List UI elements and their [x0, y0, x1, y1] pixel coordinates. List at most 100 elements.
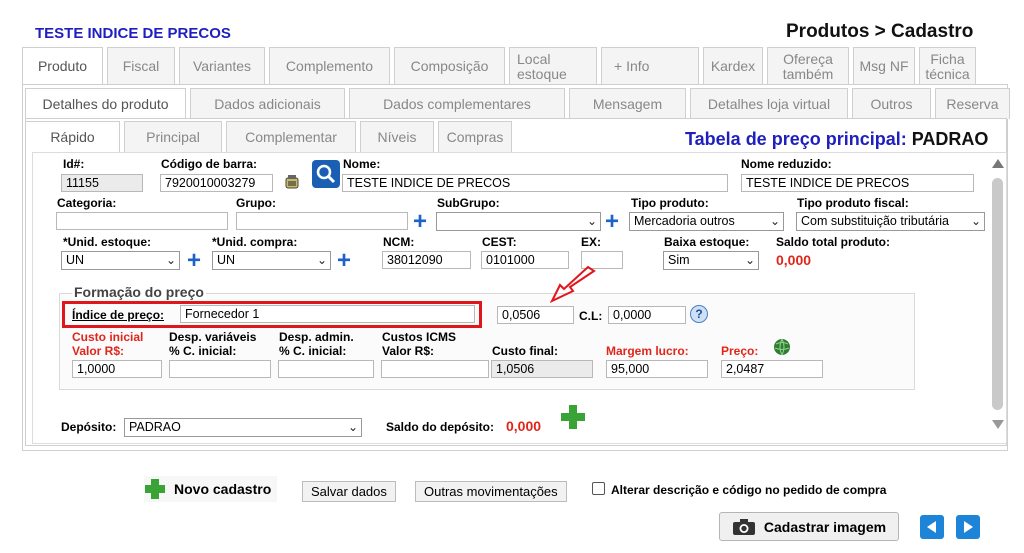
globe-icon[interactable] — [773, 338, 791, 356]
scroll-thumb[interactable] — [992, 178, 1003, 410]
cost-label-2: Valor R$: — [72, 344, 125, 358]
tab-mensagem[interactable]: Mensagem — [569, 88, 686, 119]
add-stock-unit-plus-icon[interactable]: + — [186, 249, 202, 273]
scroll-down-icon[interactable] — [992, 420, 1004, 429]
subgroup-select[interactable]: ⌄ — [436, 212, 601, 231]
purchase-unit-select[interactable]: UN ⌄ — [212, 251, 331, 270]
tab-dados-adicionais[interactable]: Dados adicionais — [190, 88, 345, 119]
index-factor-field[interactable]: 0,0506 — [497, 306, 574, 324]
tab-kardex[interactable]: Kardex — [703, 47, 763, 85]
price-table-value: PADRAO — [911, 129, 989, 149]
tab-outros[interactable]: Outros — [852, 88, 931, 119]
tab-produto[interactable]: Produto — [22, 47, 103, 85]
save-button[interactable]: Salvar dados — [302, 481, 396, 502]
short-name-label: Nome reduzido: — [741, 157, 832, 171]
deposit-select[interactable]: PADRAO ⌄ — [124, 418, 362, 437]
alter-description-label: Alterar descrição e código no pedido de … — [611, 483, 887, 497]
name-field[interactable]: TESTE INDICE DE PRECOS — [342, 174, 728, 192]
category-label: Categoria: — [57, 196, 117, 210]
ncm-field[interactable]: 38012090 — [382, 251, 471, 269]
tab-principal[interactable]: Principal — [124, 121, 222, 153]
barcode-icon[interactable] — [284, 173, 300, 191]
tab-niveis[interactable]: Níveis — [360, 121, 434, 153]
cost-label-1: Custo inicial — [72, 330, 144, 344]
tab-mais-info[interactable]: + Info — [601, 47, 699, 85]
adm-field[interactable] — [278, 360, 374, 378]
ncm-label: NCM: — [383, 235, 415, 249]
deposit-balance-label: Saldo do depósito: — [386, 420, 494, 434]
subgroup-label: SubGrupo: — [437, 196, 500, 210]
tab-fiscal[interactable]: Fiscal — [107, 47, 175, 85]
stock-down-select[interactable]: Sim ⌄ — [663, 251, 759, 270]
add-purchase-unit-plus-icon[interactable]: + — [336, 249, 352, 273]
product-type-select[interactable]: Mercadoria outros ⌄ — [629, 212, 784, 231]
product-type-value: Mercadoria outros — [634, 214, 735, 228]
icms-field[interactable] — [381, 360, 489, 378]
stock-down-value: Sim — [668, 253, 690, 267]
final-cost-field: 1,0506 — [491, 360, 593, 378]
other-movements-button[interactable]: Outras movimentações — [415, 481, 567, 502]
chevron-down-icon: ⌄ — [744, 253, 755, 267]
arrow-left-icon[interactable] — [920, 515, 944, 539]
var-label-1: Desp. variáveis — [169, 330, 257, 344]
add-deposit-plus-icon[interactable] — [560, 404, 586, 430]
fiscal-type-value: Com substituição tributária — [801, 214, 949, 228]
help-icon[interactable]: ? — [690, 305, 708, 323]
scroll-up-icon[interactable] — [992, 159, 1004, 168]
deposit-label: Depósito: — [61, 420, 117, 434]
margin-field[interactable]: 95,000 — [606, 360, 708, 378]
var-label-2: % C. inicial: — [169, 344, 237, 358]
cost-field[interactable]: 1,0000 — [72, 360, 162, 378]
vertical-scrollbar[interactable] — [989, 155, 1005, 433]
fiscal-type-select[interactable]: Com substituição tributária ⌄ — [796, 212, 985, 231]
cl-label: C.L: — [579, 309, 603, 323]
product-type-label: Tipo produto: — [631, 196, 709, 210]
arrow-right-icon[interactable] — [956, 515, 980, 539]
register-image-button[interactable]: Cadastrar imagem — [719, 512, 899, 541]
total-balance-value: 0,000 — [776, 252, 812, 268]
barcode-label: Código de barra: — [161, 157, 258, 171]
deposit-value: PADRAO — [129, 420, 181, 434]
tab-ofereca-tambem[interactable]: Ofereça também — [767, 47, 849, 85]
deposit-balance-value: 0,000 — [506, 418, 542, 434]
short-name-field[interactable]: TESTE INDICE DE PRECOS — [741, 174, 974, 192]
tab-complementar[interactable]: Complementar — [226, 121, 356, 153]
chevron-down-icon: ⌄ — [165, 253, 176, 267]
chevron-down-icon: ⌄ — [970, 214, 981, 228]
purchase-unit-label: *Unid. compra: — [212, 235, 298, 249]
final-cost-label: Custo final: — [492, 344, 558, 358]
price-label: Preço: — [721, 344, 759, 358]
tab-reserva[interactable]: Reserva — [935, 88, 1010, 119]
tab-compras[interactable]: Compras — [438, 121, 512, 153]
price-table-label: Tabela de preço principal: — [685, 129, 907, 149]
add-subgroup-plus-icon[interactable]: + — [604, 210, 620, 234]
category-field[interactable] — [56, 212, 228, 230]
tab-detalhes-loja[interactable]: Detalhes loja virtual — [690, 88, 848, 119]
ex-label: EX: — [581, 235, 602, 249]
tab-detalhes-produto[interactable]: Detalhes do produto — [25, 88, 186, 119]
tab-dados-complementares[interactable]: Dados complementares — [349, 88, 565, 119]
tab-complemento[interactable]: Complemento — [269, 47, 390, 85]
tab-ficha-tecnica[interactable]: Ficha técnica — [919, 47, 976, 85]
cl-field[interactable]: 0,0000 — [608, 306, 686, 324]
tab-local-estoque[interactable]: Local estoque — [509, 47, 597, 85]
id-field: 11155 — [61, 174, 143, 192]
price-field[interactable]: 2,0487 — [721, 360, 823, 378]
search-icon[interactable] — [312, 160, 340, 188]
add-group-plus-icon[interactable]: + — [412, 210, 428, 234]
tab-msg-nf[interactable]: Msg NF — [853, 47, 915, 85]
tab-rapido[interactable]: Rápido — [25, 121, 120, 153]
new-record-button[interactable]: Novo cadastro — [144, 476, 278, 502]
tab-composicao[interactable]: Composição — [394, 47, 505, 85]
barcode-field[interactable]: 7920010003279 — [160, 174, 273, 192]
stock-down-label: Baixa estoque: — [664, 235, 750, 249]
tab-variantes[interactable]: Variantes — [179, 47, 265, 85]
inner-tabs: Rápido Principal Complementar Níveis Com… — [25, 121, 516, 153]
adm-label-2: % C. inicial: — [279, 344, 347, 358]
var-field[interactable] — [169, 360, 271, 378]
group-field[interactable] — [236, 212, 408, 230]
stock-unit-select[interactable]: UN ⌄ — [61, 251, 180, 270]
index-field[interactable]: Fornecedor 1 — [180, 305, 475, 323]
icms-label-1: Custos ICMS — [382, 330, 457, 344]
alter-description-checkbox[interactable] — [592, 482, 605, 495]
